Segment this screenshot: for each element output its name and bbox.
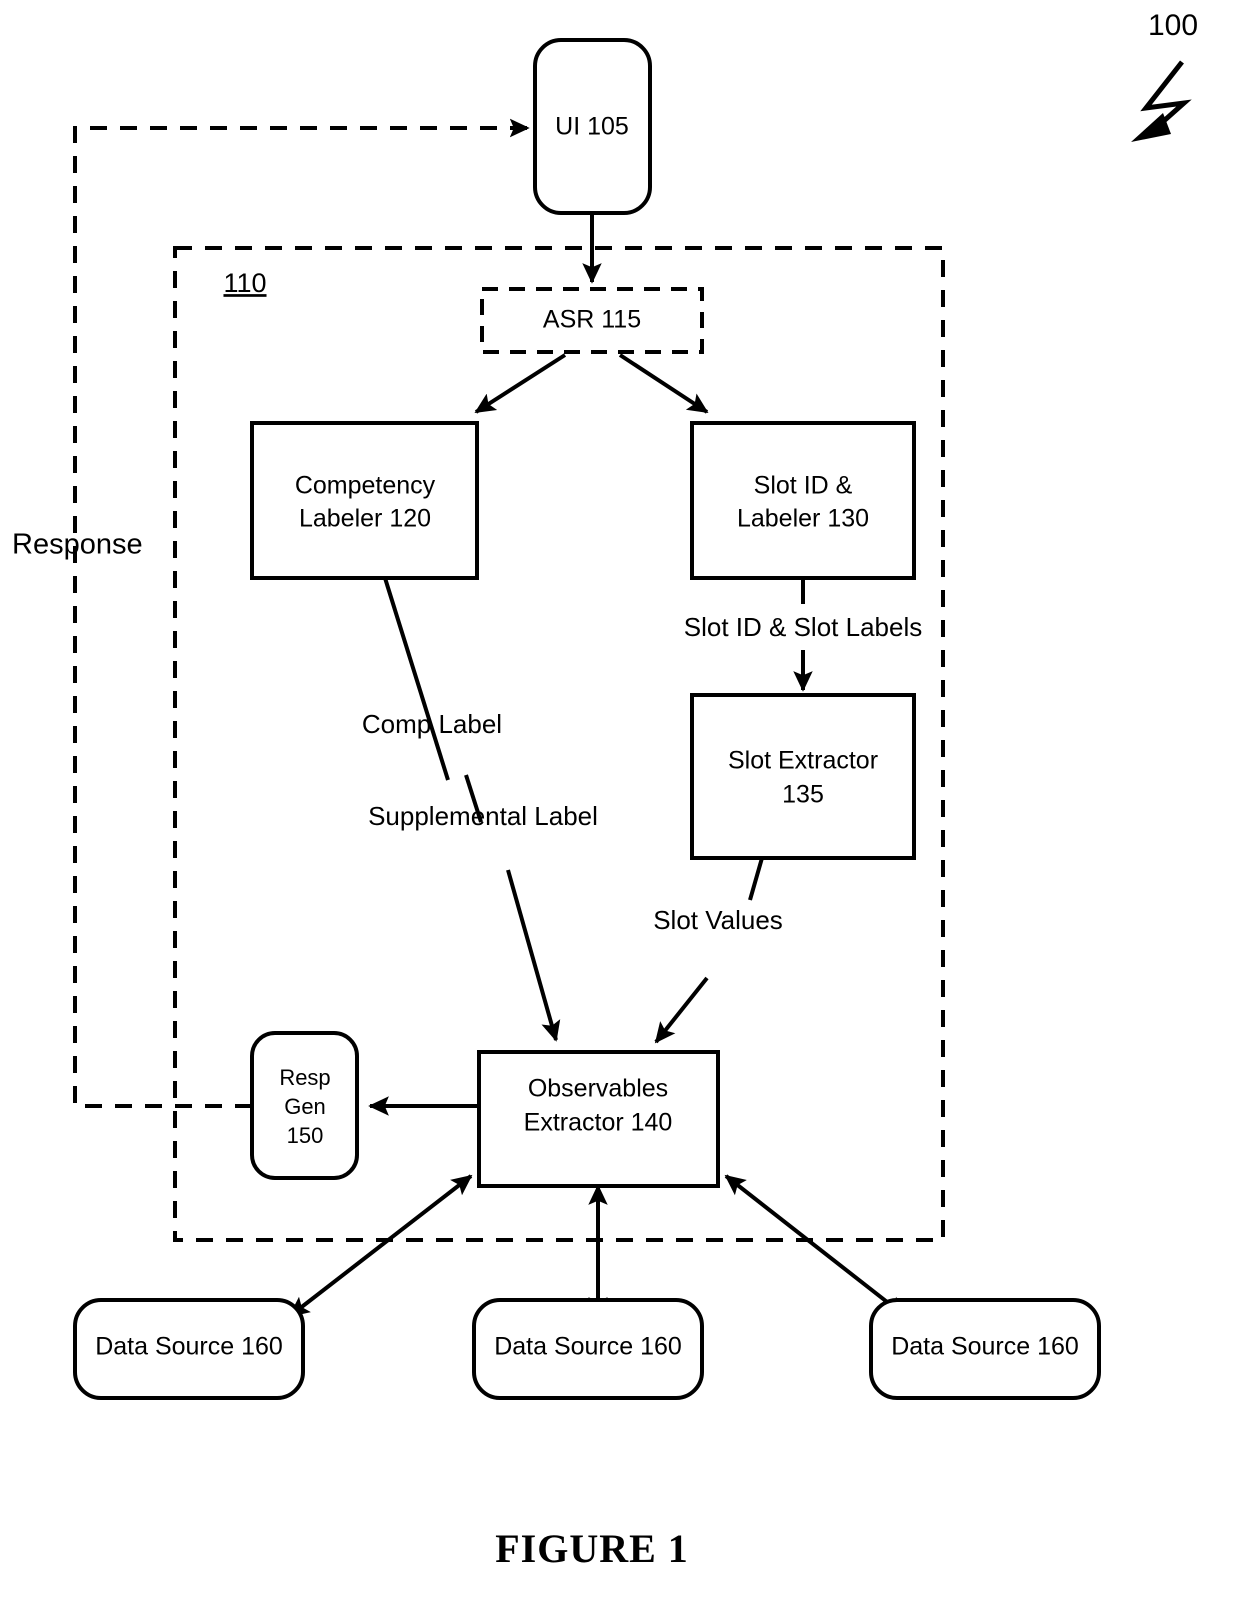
- node-observables-extractor-140[interactable]: Observables Extractor 140: [477, 1050, 720, 1188]
- data-source-left-label: Data Source 160: [95, 1333, 283, 1361]
- slot-id-labeler-130-label-line2: Labeler 130: [737, 505, 869, 533]
- figure-diagram: 100 110 Response UI 105 ASR 115 Competen…: [0, 0, 1240, 1609]
- slot-values-edge-label: Slot Values: [653, 905, 783, 935]
- node-data-source-center[interactable]: Data Source 160: [472, 1298, 704, 1400]
- asr-115-label: ASR 115: [543, 306, 641, 334]
- supplemental-label-edge-label: Supplemental Label: [368, 801, 598, 831]
- slot-id-slot-labels-edge-label: Slot ID & Slot Labels: [684, 612, 922, 642]
- node-competency-labeler-120[interactable]: Competency Labeler 120: [250, 421, 479, 580]
- figure-caption: FIGURE 1: [495, 1526, 689, 1571]
- ui-105-label: UI 105: [555, 113, 629, 141]
- system-numeral-label: 100: [1148, 9, 1198, 42]
- comp-label-edge-label: Comp Label: [362, 709, 502, 739]
- resp-gen-150-label-line3: 150: [287, 1123, 324, 1148]
- edge-observables-to-data-source-right: [724, 1174, 907, 1318]
- observables-extractor-140-label-line1: Observables: [528, 1075, 668, 1103]
- resp-gen-150-label-line1: Resp: [279, 1065, 330, 1090]
- edge-observables-to-data-source-left: [288, 1174, 473, 1318]
- competency-labeler-120-label-line1: Competency: [295, 472, 436, 500]
- node-data-source-left[interactable]: Data Source 160: [73, 1298, 305, 1400]
- observables-extractor-140-label-line2: Extractor 140: [524, 1109, 673, 1137]
- competency-labeler-120-label-line2: Labeler 120: [299, 505, 431, 533]
- system-reference-numeral: 100: [1131, 9, 1198, 142]
- node-ui-105[interactable]: UI 105: [533, 38, 652, 215]
- slot-id-labeler-130-box[interactable]: [690, 421, 916, 580]
- container-110-label: 110: [223, 268, 266, 298]
- slot-extractor-135-label-line1: Slot Extractor: [728, 747, 878, 775]
- edge-slot-extractor-to-observables-seg1: [748, 857, 764, 901]
- response-edge-label: Response: [12, 529, 143, 561]
- competency-labeler-120-box[interactable]: [250, 421, 479, 580]
- node-data-source-right[interactable]: Data Source 160: [869, 1298, 1101, 1400]
- data-source-right-label: Data Source 160: [891, 1333, 1079, 1361]
- slot-extractor-135-label-line2: 135: [782, 781, 824, 809]
- response-feedback-path: Response: [12, 118, 530, 1108]
- response-feedback-line: [73, 118, 530, 1108]
- edge-competency-to-observables-seg3: [506, 869, 561, 1042]
- node-slot-id-labeler-130[interactable]: Slot ID & Labeler 130: [690, 421, 916, 580]
- edge-competency-to-observables-seg1: [383, 577, 450, 781]
- edge-asr-to-slot-id-labeler: [618, 353, 709, 414]
- slot-id-labeler-130-label-line1: Slot ID &: [754, 472, 853, 500]
- data-source-center-label: Data Source 160: [494, 1333, 682, 1361]
- edge-slot-extractor-to-observables-seg2: [654, 976, 709, 1044]
- node-slot-extractor-135[interactable]: Slot Extractor 135: [690, 693, 916, 860]
- edge-asr-to-competency-labeler: [474, 353, 567, 414]
- resp-gen-150-label-line2: Gen: [284, 1094, 326, 1119]
- slot-extractor-135-box[interactable]: [690, 693, 916, 860]
- node-resp-gen-150[interactable]: Resp Gen 150: [250, 1031, 359, 1180]
- node-asr-115[interactable]: ASR 115: [480, 287, 704, 354]
